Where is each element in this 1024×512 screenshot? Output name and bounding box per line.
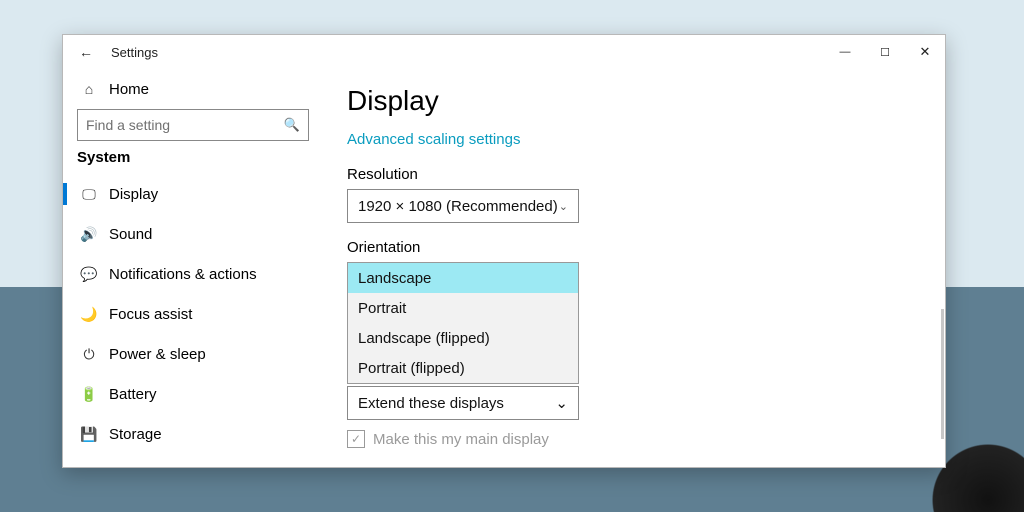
scrollbar[interactable] [941, 309, 944, 439]
orientation-option-portrait[interactable]: Portrait [348, 293, 578, 323]
orientation-dropdown: Landscape Portrait Landscape (flipped) P… [347, 262, 579, 384]
sidebar-home[interactable]: ⌂ Home [63, 69, 323, 109]
sidebar: ⌂ Home Find a setting 🔍 System 🖵 Display… [63, 69, 323, 467]
main-display-label: Make this my main display [373, 431, 549, 448]
sidebar-item-battery[interactable]: 🔋 Battery [63, 374, 323, 414]
sidebar-item-power-sleep[interactable]: ⏻ Power & sleep [63, 334, 323, 374]
sidebar-item-sound[interactable]: 🔊 Sound [63, 214, 323, 254]
orientation-option-portrait-flipped[interactable]: Portrait (flipped) [348, 353, 578, 383]
multiple-displays-value: Extend these displays [358, 395, 555, 412]
notifications-icon: 💬 [77, 266, 101, 283]
titlebar: ← Settings — ☐ ✕ [63, 35, 945, 69]
search-icon: 🔍 [284, 117, 300, 133]
main-display-checkbox: ✓ Make this my main display [347, 430, 945, 448]
focus-assist-icon: 🌙 [77, 306, 101, 323]
sidebar-item-label: Focus assist [109, 306, 192, 323]
chevron-down-icon: ⌄ [559, 200, 568, 213]
close-button[interactable]: ✕ [905, 35, 945, 69]
advanced-scaling-link[interactable]: Advanced scaling settings [347, 131, 520, 148]
sidebar-item-label: Battery [109, 386, 157, 403]
battery-icon: 🔋 [77, 386, 101, 403]
settings-window: ← Settings — ☐ ✕ ⌂ Home Find a setting 🔍… [62, 34, 946, 468]
resolution-select[interactable]: 1920 × 1080 (Recommended) ⌄ [347, 189, 579, 223]
sidebar-item-label: Notifications & actions [109, 266, 257, 283]
storage-icon: 💾 [77, 426, 101, 443]
search-input[interactable]: Find a setting 🔍 [77, 109, 309, 141]
sidebar-item-storage[interactable]: 💾 Storage [63, 414, 323, 454]
multiple-displays-select[interactable]: Extend these displays ⌄ [347, 386, 579, 420]
back-button[interactable]: ← [75, 44, 97, 60]
sidebar-item-focus-assist[interactable]: 🌙 Focus assist [63, 294, 323, 334]
home-icon: ⌂ [77, 81, 101, 97]
window-title: Settings [111, 45, 158, 60]
resolution-value: 1920 × 1080 (Recommended) [358, 198, 559, 215]
minimize-button[interactable]: — [825, 35, 865, 69]
sidebar-category: System [63, 147, 323, 174]
search-placeholder: Find a setting [86, 117, 284, 133]
sound-icon: 🔊 [77, 226, 101, 243]
chevron-down-icon: ⌄ [555, 394, 568, 412]
sidebar-item-label: Power & sleep [109, 346, 206, 363]
display-icon: 🖵 [77, 186, 101, 203]
orientation-label: Orientation [347, 239, 945, 256]
maximize-button[interactable]: ☐ [865, 35, 905, 69]
orientation-option-landscape[interactable]: Landscape [348, 263, 578, 293]
resolution-label: Resolution [347, 166, 945, 183]
sidebar-item-display[interactable]: 🖵 Display [63, 174, 323, 214]
content-area: Display Advanced scaling settings Resolu… [323, 69, 945, 467]
sidebar-item-notifications[interactable]: 💬 Notifications & actions [63, 254, 323, 294]
sidebar-home-label: Home [109, 81, 149, 98]
sidebar-item-label: Display [109, 186, 158, 203]
checkbox-icon: ✓ [347, 430, 365, 448]
power-icon: ⏻ [77, 346, 101, 363]
sidebar-item-label: Storage [109, 426, 162, 443]
page-title: Display [347, 85, 945, 117]
sidebar-item-label: Sound [109, 226, 152, 243]
orientation-option-landscape-flipped[interactable]: Landscape (flipped) [348, 323, 578, 353]
